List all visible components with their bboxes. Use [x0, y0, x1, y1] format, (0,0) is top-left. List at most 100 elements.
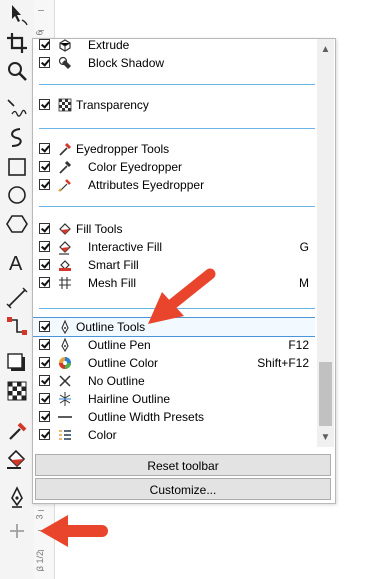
item-label: Interactive Fill: [88, 240, 163, 254]
scroll-up-button[interactable]: ▲: [317, 41, 334, 58]
interactive-fill-tool-icon[interactable]: [4, 446, 30, 472]
item-checkbox[interactable]: [39, 277, 50, 288]
ruler-label: 6: [34, 30, 45, 36]
item-label: Transparency: [76, 98, 149, 112]
tool-list-item[interactable]: No Outline: [33, 372, 315, 390]
item-shortcut: G: [299, 240, 309, 254]
parallel-dimension-tool-icon[interactable]: [4, 285, 30, 311]
scrollbar[interactable]: ▲ ▼: [317, 39, 334, 447]
tool-list-item[interactable]: Hairline Outline: [33, 390, 315, 408]
block-shadow-icon: [57, 55, 73, 71]
tool-list-item[interactable]: Extrude: [33, 39, 315, 54]
hairline-outline-icon: [57, 391, 73, 407]
item-label: Color: [88, 428, 117, 442]
item-checkbox[interactable]: [39, 339, 50, 350]
item-shortcut: M: [299, 276, 309, 290]
item-label: Outline Tools: [76, 320, 146, 334]
mesh-fill-icon: [57, 275, 73, 291]
outline-pen-icon: [57, 337, 73, 353]
item-checkbox[interactable]: [39, 223, 50, 234]
crop-tool-icon[interactable]: [4, 30, 30, 56]
toolbox: A: [0, 0, 35, 579]
tool-list-item[interactable]: Color: [33, 426, 315, 444]
item-label: No Outline: [88, 374, 145, 388]
add-tool-icon[interactable]: [4, 518, 30, 544]
transparency-tool-icon[interactable]: [4, 378, 30, 404]
color-eyedropper-icon: [57, 159, 73, 175]
annotation-arrow-icon: [40, 515, 108, 547]
item-label: Outline Color: [88, 356, 159, 370]
customize-button[interactable]: Customize...: [35, 478, 331, 500]
svg-text:A: A: [9, 253, 23, 275]
item-label: Eyedropper Tools: [76, 142, 170, 156]
rectangle-tool-icon[interactable]: [4, 154, 30, 180]
tool-list-item[interactable]: Outline Pen F12: [33, 336, 315, 354]
item-checkbox[interactable]: [39, 321, 50, 332]
item-checkbox[interactable]: [39, 393, 50, 404]
item-label: Block Shadow: [88, 56, 165, 70]
extrude-icon: [57, 39, 73, 53]
item-label: Extrude: [88, 39, 130, 52]
outline-width-presets-icon: [57, 409, 73, 425]
item-label: Fill Tools: [76, 222, 123, 236]
artistic-media-tool-icon[interactable]: [4, 124, 30, 150]
item-label: Color Eyedropper: [88, 160, 183, 174]
item-checkbox[interactable]: [39, 161, 50, 172]
tool-list-item[interactable]: Eyedropper Tools: [33, 140, 315, 158]
separator: [39, 84, 315, 85]
polygon-tool-icon[interactable]: [4, 211, 30, 237]
tool-list-item[interactable]: Transparency: [33, 96, 315, 114]
color-icon: [57, 427, 73, 443]
tool-list-item[interactable]: Outline Width Presets: [33, 408, 315, 426]
tool-list-item[interactable]: Color Eyedropper: [33, 158, 315, 176]
tool-list: Extrude Block Shadow Transparency Eyedroppe…: [33, 39, 315, 447]
item-checkbox[interactable]: [39, 99, 50, 110]
item-checkbox[interactable]: [39, 375, 50, 386]
attributes-eyedropper-icon: [57, 177, 73, 193]
item-checkbox[interactable]: [39, 57, 50, 68]
transparency-icon: [57, 97, 73, 113]
item-checkbox[interactable]: [39, 39, 50, 50]
item-label: Hairline Outline: [88, 392, 171, 406]
outline-tools-icon: [57, 319, 73, 335]
outline-pen-tool-icon[interactable]: [4, 484, 30, 510]
eyedropper-tool-icon[interactable]: [4, 418, 30, 444]
reset-toolbar-button[interactable]: Reset toolbar: [35, 454, 331, 476]
ellipse-tool-icon[interactable]: [4, 182, 30, 208]
item-checkbox[interactable]: [39, 429, 50, 440]
item-shortcut: F12: [288, 338, 309, 352]
scrollbar-thumb[interactable]: [319, 362, 332, 426]
tool-list-item[interactable]: Outline Color Shift+F12: [33, 354, 315, 372]
item-checkbox[interactable]: [39, 357, 50, 368]
outline-color-icon: [57, 355, 73, 371]
freehand-tool-icon[interactable]: [4, 96, 30, 122]
separator: [39, 206, 315, 207]
item-shortcut: Shift+F12: [257, 356, 309, 370]
item-label: Outline Width Presets: [88, 410, 205, 424]
tool-list-item[interactable]: Fill Tools: [33, 220, 315, 238]
tool-list-item[interactable]: Interactive Fill G: [33, 238, 315, 256]
smart-fill-icon: [57, 257, 73, 273]
item-label: Outline Pen: [88, 338, 151, 352]
no-outline-icon: [57, 373, 73, 389]
zoom-tool-icon[interactable]: [4, 58, 30, 84]
pick-tool-icon[interactable]: [4, 2, 30, 28]
separator: [39, 128, 315, 129]
drop-shadow-tool-icon[interactable]: [4, 350, 30, 376]
item-checkbox[interactable]: [39, 241, 50, 252]
item-label: Mesh Fill: [88, 276, 137, 290]
connector-tool-icon[interactable]: [4, 313, 30, 339]
item-checkbox[interactable]: [39, 411, 50, 422]
item-checkbox[interactable]: [39, 143, 50, 154]
item-label: Smart Fill: [88, 258, 139, 272]
scroll-down-button[interactable]: ▼: [317, 429, 334, 446]
ruler-label: 3 1/2: [35, 550, 46, 572]
eyedropper-tools-icon: [57, 141, 73, 157]
item-label: Attributes Eyedropper: [88, 178, 205, 192]
text-tool-icon[interactable]: A: [4, 249, 30, 275]
tool-list-item[interactable]: Block Shadow: [33, 54, 315, 72]
annotation-arrow-icon: [148, 268, 216, 324]
item-checkbox[interactable]: [39, 179, 50, 190]
item-checkbox[interactable]: [39, 259, 50, 270]
tool-list-item[interactable]: Attributes Eyedropper: [33, 176, 315, 194]
